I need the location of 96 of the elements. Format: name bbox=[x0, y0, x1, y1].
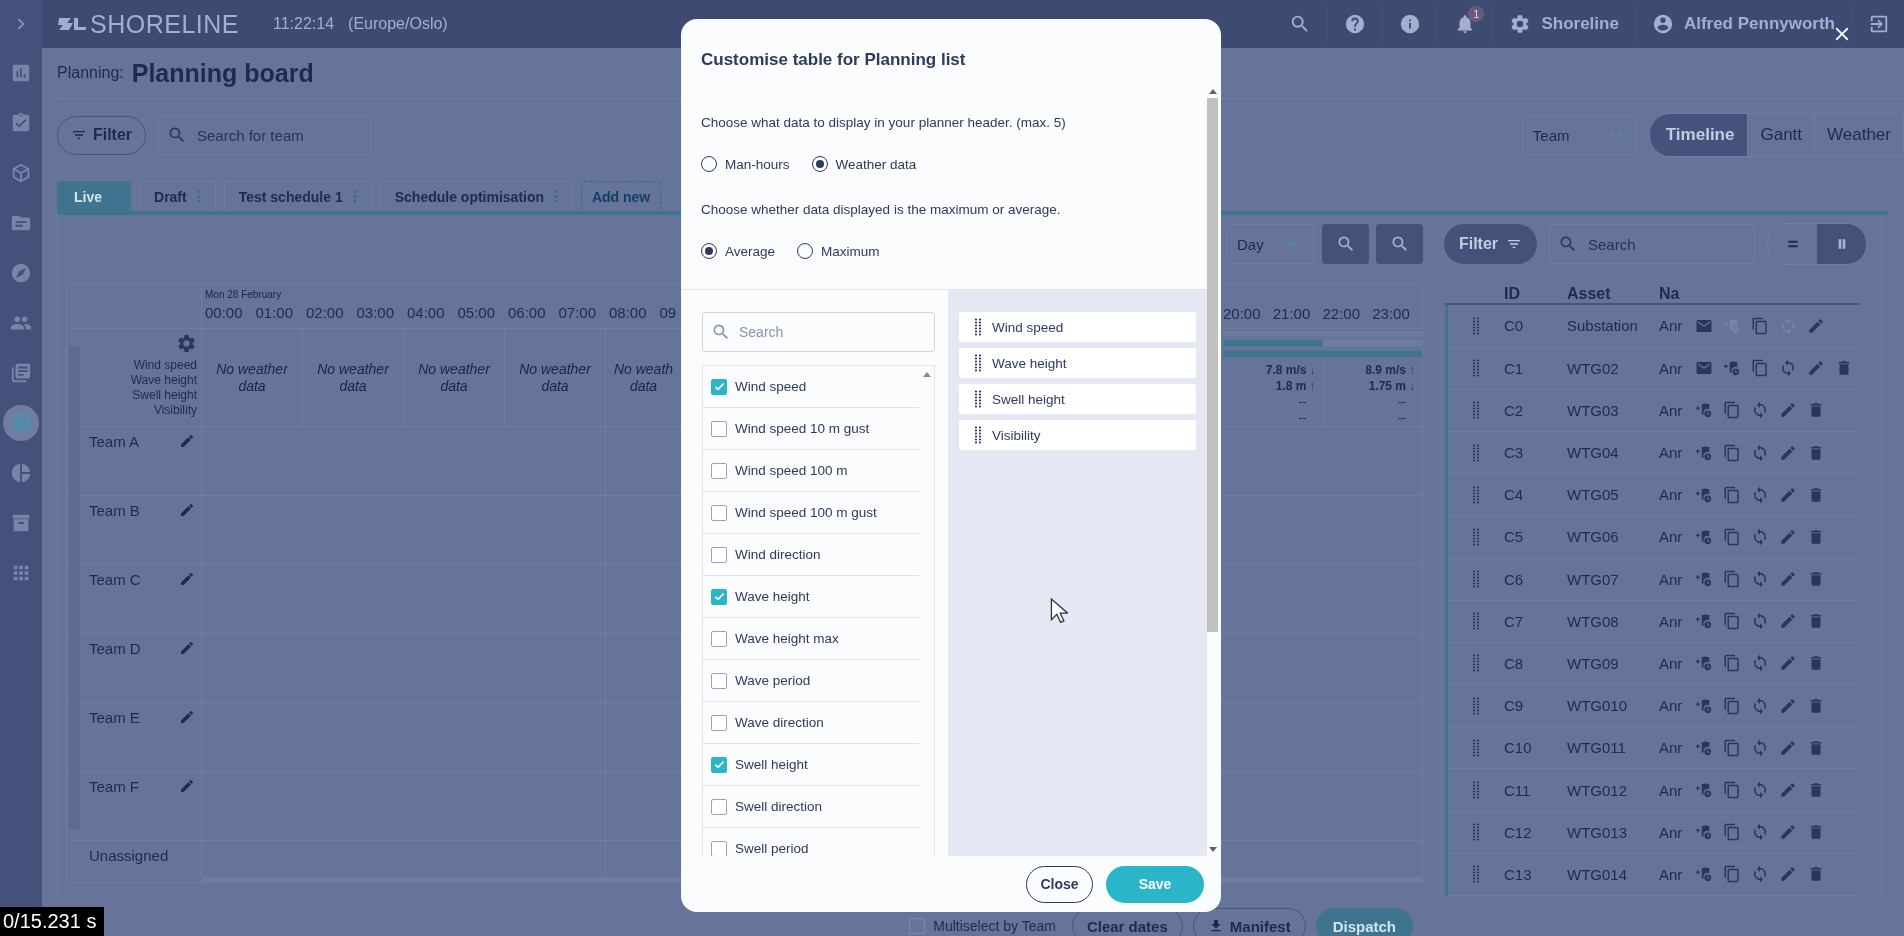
table-cell-text: C1 bbox=[1504, 359, 1525, 377]
table-cell-text: Anr bbox=[1659, 444, 1684, 462]
table-cell-text: Substation bbox=[1567, 317, 1639, 335]
table-cell-text: C8 bbox=[1504, 654, 1525, 672]
dialog-title: Customise table for Planning list bbox=[700, 49, 967, 71]
brand-name: SHORELINE bbox=[90, 9, 239, 39]
table-cell-text: WTG09 bbox=[1567, 654, 1620, 672]
trend-arrow: ↓ bbox=[1309, 362, 1317, 378]
weather-field-label: Swell height bbox=[132, 388, 197, 403]
table-cell-text: C6 bbox=[1504, 570, 1525, 588]
page-title: Planning board bbox=[131, 58, 314, 88]
table-cell-text: WTG012 bbox=[1567, 781, 1628, 799]
no-data-text: No weath data bbox=[612, 360, 675, 395]
trend-arrow: ↓ bbox=[1409, 378, 1416, 394]
table-cell-text: Anr bbox=[1659, 739, 1684, 757]
hour-label: 03:00 bbox=[356, 304, 396, 321]
no-data-text: No weather data bbox=[518, 360, 593, 395]
wave-reading: 1.8 m bbox=[1275, 378, 1307, 394]
trend-arrow: ↑ bbox=[1409, 362, 1416, 378]
table-cell-text: WTG04 bbox=[1567, 444, 1620, 462]
no-data-text: No weather data bbox=[215, 360, 290, 395]
weather-field-label: Wind speed bbox=[133, 358, 197, 373]
table-cell-text: C0 bbox=[1504, 317, 1525, 335]
team-name: Team A bbox=[89, 433, 140, 450]
table-cell-text: C13 bbox=[1504, 865, 1533, 883]
hour-label: 20:00 bbox=[1223, 305, 1262, 322]
hour-label: 00:00 bbox=[205, 304, 244, 321]
unassigned-label: Unassigned bbox=[89, 847, 169, 864]
swell-reading: -- bbox=[1398, 394, 1406, 410]
multiselect-label: Multiselect by Team bbox=[933, 918, 1056, 934]
section-label: Planning: bbox=[57, 64, 124, 82]
table-cell-text: C7 bbox=[1504, 612, 1525, 630]
hour-label: 02:00 bbox=[306, 304, 345, 321]
hour-label: 07:00 bbox=[558, 304, 598, 321]
table-cell-text: WTG05 bbox=[1567, 486, 1620, 504]
table-cell-text: C2 bbox=[1504, 401, 1525, 419]
table-cell-text: Anr bbox=[1659, 654, 1684, 672]
table-cell-text: Anr bbox=[1659, 317, 1684, 335]
wind-reading: 7.8 m/s bbox=[1265, 362, 1307, 378]
table-cell-text: WTG013 bbox=[1567, 823, 1628, 841]
video-timer: 0/15.231 s bbox=[0, 907, 105, 936]
table-cell-text: Anr bbox=[1659, 865, 1684, 883]
table-cell-text: Anr bbox=[1659, 612, 1684, 630]
table-cell-text: Anr bbox=[1659, 401, 1684, 419]
table-cell-text: Anr bbox=[1659, 697, 1684, 715]
table-cell-text: WTG02 bbox=[1567, 359, 1620, 377]
hour-label: 06:00 bbox=[508, 304, 547, 321]
clock: 11:22:14 bbox=[273, 15, 335, 33]
table-cell-text: C5 bbox=[1504, 528, 1525, 546]
weather-field-label: Wave height bbox=[130, 373, 197, 388]
table-cell-text: WTG08 bbox=[1567, 612, 1620, 630]
team-name: Team B bbox=[89, 502, 140, 519]
visibility-reading: -- bbox=[1398, 410, 1406, 426]
swell-reading: -- bbox=[1298, 394, 1307, 410]
timezone: (Europe/Oslo) bbox=[348, 15, 448, 33]
team-name: Team C bbox=[89, 571, 141, 588]
wave-reading: 1.75 m bbox=[1368, 378, 1406, 394]
trend-arrow: ↑ bbox=[1309, 378, 1317, 394]
no-data-text: No weather data bbox=[417, 360, 492, 395]
table-cell-text: Anr bbox=[1659, 570, 1684, 588]
hour-label: 04:00 bbox=[407, 304, 446, 321]
hour-label: 09 bbox=[659, 304, 678, 321]
table-cell-text: C11 bbox=[1504, 781, 1532, 799]
weather-field-label: Visibility bbox=[153, 403, 197, 418]
table-cell-text: WTG010 bbox=[1567, 697, 1628, 715]
table-cell-text: C10 bbox=[1504, 739, 1533, 757]
table-cell-text: C4 bbox=[1504, 486, 1525, 504]
table-cell-text: Anr bbox=[1659, 486, 1684, 504]
table-cell-text: WTG06 bbox=[1567, 528, 1620, 546]
hour-label: 08:00 bbox=[609, 304, 648, 321]
team-name: Team D bbox=[89, 640, 141, 657]
hour-label: 22:00 bbox=[1322, 305, 1362, 322]
table-cell-text: WTG03 bbox=[1567, 401, 1620, 419]
notification-badge: 1 bbox=[1468, 6, 1485, 22]
table-cell-text: C12 bbox=[1504, 823, 1533, 841]
table-cell-text: C3 bbox=[1504, 444, 1525, 462]
visibility-reading: -- bbox=[1298, 410, 1307, 426]
hour-label: 23:00 bbox=[1372, 305, 1411, 322]
instruction-text: Choose what data to display in your planner header. (max. 5) bbox=[701, 115, 1067, 131]
table-cell-text: C9 bbox=[1504, 697, 1525, 715]
hour-label: 01:00 bbox=[255, 304, 295, 321]
hour-label: 21:00 bbox=[1272, 305, 1312, 322]
table-cell-text: Anr bbox=[1659, 528, 1684, 546]
table-cell-text: WTG07 bbox=[1567, 570, 1620, 588]
team-name: Team F bbox=[89, 778, 139, 795]
table-cell-text: WTG011 bbox=[1567, 739, 1627, 757]
table-cell-text: WTG014 bbox=[1567, 865, 1628, 883]
table-cell-text: Anr bbox=[1659, 359, 1684, 377]
date-label: Mon 28 February bbox=[205, 289, 283, 300]
wind-reading: 8.9 m/s bbox=[1365, 362, 1406, 378]
team-name: Team E bbox=[89, 709, 140, 726]
hour-label: 05:00 bbox=[457, 304, 497, 321]
table-cell-text: Anr bbox=[1659, 823, 1684, 841]
table-cell-text: Anr bbox=[1659, 781, 1684, 799]
no-data-text: No weather data bbox=[316, 360, 391, 395]
instruction-text: Choose whether data displayed is the maximum or average. bbox=[701, 202, 1062, 218]
